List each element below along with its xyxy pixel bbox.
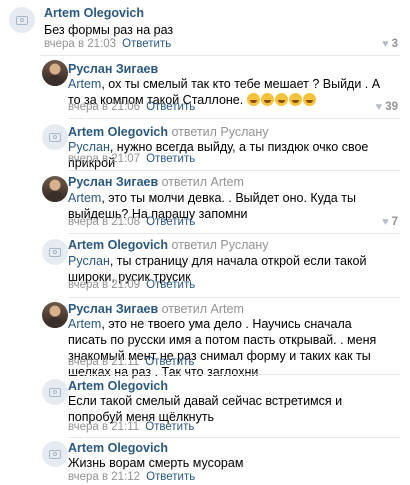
mention-link[interactable]: Руслан [68, 254, 110, 268]
comment-time[interactable]: вчера в 21:03 [44, 38, 116, 50]
mention-link[interactable]: Artem [68, 77, 101, 91]
laughing-emoji-icon [302, 93, 316, 106]
comment-5: Руслан Зигаев ответил Artem Artem, это н… [0, 300, 410, 379]
reply-button[interactable]: Ответить [146, 216, 195, 228]
comment-meta: вчера в 21:11 Ответить [68, 421, 194, 433]
comment-text: Без формы раз на раз [44, 23, 174, 37]
divider [68, 233, 400, 234]
divider [68, 118, 400, 119]
reply-button[interactable]: Ответить [145, 421, 194, 433]
comment-1: Руслан Зигаев Artem, ох ты смелый так кт… [0, 56, 410, 119]
divider [68, 374, 400, 375]
like-button[interactable]: ♥ 3 [382, 38, 398, 50]
comment-4: Artem Olegovich ответил Руслану Руслан, … [0, 236, 410, 298]
mention-link[interactable]: Artem [68, 191, 101, 205]
comment-author: Artem Olegovich ответил Руслану [68, 238, 269, 252]
comment-time[interactable]: вчера в 21:09 [68, 279, 140, 291]
reply-button[interactable]: Ответить [146, 101, 195, 113]
laughing-emoji-icon [288, 93, 302, 106]
comment-text: Жизнь ворам смерть мусорам [68, 456, 244, 470]
reply-button[interactable]: Ответить [122, 38, 171, 50]
divider [68, 170, 400, 171]
mention-link[interactable]: Artem [68, 317, 101, 331]
comment-author[interactable]: Artem Olegovich [68, 379, 168, 393]
laughing-emoji-icon [260, 93, 274, 106]
reply-button[interactable]: Ответить [146, 471, 195, 483]
comment-time[interactable]: вчера в 21:08 [68, 216, 140, 228]
heart-icon: ♥ [382, 38, 389, 50]
reply-button[interactable]: Ответить [146, 279, 195, 291]
comment-author: Руслан Зигаев ответил Artem [68, 175, 244, 189]
comment-7: Artem Olegovich Жизнь ворам смерть мусор… [0, 438, 410, 485]
avatar-placeholder-icon[interactable] [9, 7, 35, 33]
divider [68, 297, 400, 298]
like-button[interactable]: ♥ 7 [382, 216, 398, 228]
author-name[interactable]: Artem Olegovich [68, 238, 168, 252]
comment-meta: вчера в 21:09 Ответить [68, 279, 195, 291]
heart-icon: ♥ [375, 101, 383, 113]
heart-icon: ♥ [382, 216, 389, 228]
comment-author[interactable]: Руслан Зигаев [68, 62, 158, 76]
reply-button[interactable]: Ответить [145, 356, 194, 368]
comment-time[interactable]: вчера в 21:12 [68, 471, 140, 483]
comment-meta: вчера в 21:07 Ответить [68, 153, 195, 165]
comment-author: Artem Olegovich ответил Руслану [68, 125, 269, 139]
author-name[interactable]: Руслан Зигаев [68, 302, 158, 316]
comment-author[interactable]: Artem Olegovich [68, 441, 168, 455]
comment-meta: вчера в 21:08 Ответить [68, 216, 195, 228]
author-name[interactable]: Artem Olegovich [68, 125, 168, 139]
comment-meta: вчера в 21:11 Ответить [68, 356, 194, 368]
comment-2: Artem Olegovich ответил Руслану Руслан, … [0, 120, 410, 171]
replied-to[interactable]: ответил Руслану [168, 238, 269, 252]
replied-to[interactable]: ответил Artem [158, 175, 244, 189]
like-count: 39 [385, 101, 398, 113]
comment-author: Руслан Зигаев ответил Artem [68, 302, 244, 316]
comment-time[interactable]: вчера в 21:11 [68, 356, 139, 368]
avatar-placeholder-icon[interactable] [42, 124, 68, 150]
avatar[interactable] [42, 302, 68, 328]
reply-button[interactable]: Ответить [146, 153, 195, 165]
laughing-emoji-icon [246, 93, 260, 106]
avatar-placeholder-icon[interactable] [42, 379, 68, 405]
avatar[interactable] [42, 60, 68, 86]
comment-0: Artem Olegovich Без формы раз на раз вче… [0, 0, 410, 56]
comment-meta: вчера в 21:06 Ответить [68, 101, 195, 113]
avatar[interactable] [42, 176, 68, 202]
author-name[interactable]: Руслан Зигаев [68, 175, 158, 189]
laughing-emoji-icon [274, 93, 288, 106]
comment-author[interactable]: Artem Olegovich [44, 6, 144, 20]
avatar-placeholder-icon[interactable] [42, 239, 68, 265]
replied-to[interactable]: ответил Руслану [168, 125, 269, 139]
comment-text: Artem, это не твоего ума дело . Научись … [68, 316, 393, 380]
comment-meta: вчера в 21:03 Ответить [44, 38, 171, 50]
like-count: 7 [391, 216, 398, 228]
replied-to[interactable]: ответил Artem [158, 302, 244, 316]
mention-link[interactable]: Руслан [68, 140, 110, 154]
comment-time[interactable]: вчера в 21:11 [68, 421, 139, 433]
comment-3: Руслан Зигаев ответил Artem Artem, это т… [0, 172, 410, 236]
comment-meta: вчера в 21:12 Ответить [68, 471, 195, 483]
comment-6: Artem Olegovich Если такой смелый давай … [0, 376, 410, 438]
comment-body: , это не твоего ума дело . Научись снача… [68, 317, 377, 379]
comment-time[interactable]: вчера в 21:07 [68, 153, 140, 165]
emoji-row [246, 93, 317, 107]
like-button[interactable]: ♥ 39 [376, 101, 398, 113]
avatar-placeholder-icon[interactable] [42, 441, 68, 467]
comment-time[interactable]: вчера в 21:06 [68, 101, 140, 113]
like-count: 3 [391, 38, 398, 50]
